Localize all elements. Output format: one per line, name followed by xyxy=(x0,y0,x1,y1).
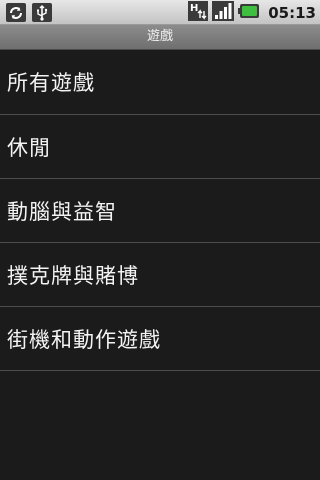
signal-icon xyxy=(212,0,235,25)
status-bar-left xyxy=(6,3,52,22)
list-item-label: 撲克牌與賭博 xyxy=(7,263,139,288)
list-item-brain-puzzle[interactable]: 動腦與益智 xyxy=(0,179,320,243)
svg-text:H: H xyxy=(190,3,198,14)
sync-icon xyxy=(6,3,26,22)
list-item-label: 街機和動作遊戲 xyxy=(7,327,161,352)
data-transfer-icon: H xyxy=(188,0,209,25)
status-bar-clock: 05:13 xyxy=(268,3,316,22)
list-item-all-games[interactable]: 所有遊戲 xyxy=(0,50,320,115)
list-item-cards-casino[interactable]: 撲克牌與賭博 xyxy=(0,243,320,307)
list-item-label: 動腦與益智 xyxy=(7,199,117,224)
list-item-arcade-action[interactable]: 街機和動作遊戲 xyxy=(0,307,320,371)
list-item-casual[interactable]: 休閒 xyxy=(0,115,320,179)
page-title: 遊戲 xyxy=(0,25,320,50)
battery-icon xyxy=(238,3,260,23)
list-item-label: 所有遊戲 xyxy=(7,71,95,95)
status-bar: H 05:13 xyxy=(0,0,320,25)
usb-icon xyxy=(32,3,52,22)
screen: H 05:13 遊戲 所有遊戲 休閒 動腦與益智 撲克牌與賭博 街機和動作遊戲 xyxy=(0,0,320,480)
list-item-label: 休閒 xyxy=(7,135,51,160)
status-bar-right: H 05:13 xyxy=(188,0,316,25)
games-category-list: 所有遊戲 休閒 動腦與益智 撲克牌與賭博 街機和動作遊戲 xyxy=(0,50,320,371)
